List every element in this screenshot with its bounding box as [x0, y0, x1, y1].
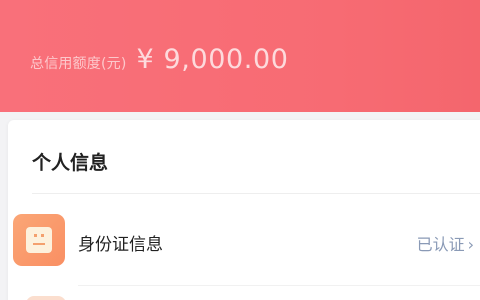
- verified-status-text: 已认证: [416, 235, 465, 254]
- credit-summary-banner: 总信用额度(元) ¥ 9,000.00: [0, 0, 480, 112]
- id-card-line: [33, 243, 45, 245]
- row-divider: [78, 285, 480, 286]
- id-card-icon: [13, 214, 65, 266]
- chevron-right-icon: ›: [467, 235, 474, 254]
- section-title: 个人信息: [32, 152, 109, 174]
- verification-status: 已认证 ›: [417, 231, 474, 255]
- id-card-glyph: [26, 227, 52, 253]
- id-card-eye-right: [41, 234, 44, 237]
- app-screen: 总信用额度(元) ¥ 9,000.00 个人信息 身份证信息 已认证 ›: [0, 0, 480, 300]
- id-card-info-label: 身份证信息: [78, 235, 163, 255]
- next-item-icon-partial: [26, 296, 66, 300]
- credit-limit-label: 总信用额度(元): [30, 56, 127, 72]
- credit-limit-row: 总信用额度(元) ¥ 9,000.00: [30, 44, 289, 75]
- credit-limit-amount: ¥ 9,000.00: [136, 44, 289, 75]
- id-card-eye-left: [34, 234, 37, 237]
- personal-info-card: 个人信息 身份证信息 已认证 ›: [8, 120, 480, 300]
- id-card-info-row[interactable]: 身份证信息 已认证 ›: [8, 194, 480, 290]
